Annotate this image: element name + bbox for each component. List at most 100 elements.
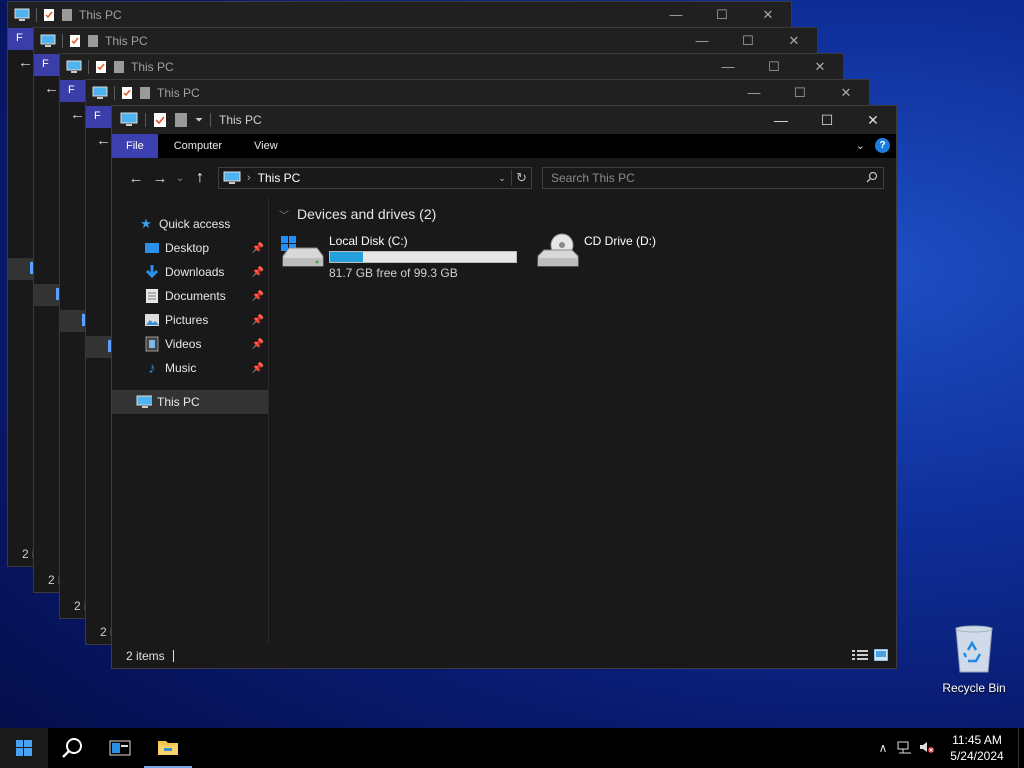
sidebar-item-videos[interactable]: Videos 📌 [112, 332, 268, 356]
window-controls[interactable]: — ☐ ✕ [653, 7, 791, 23]
sidebar-item-this-pc[interactable]: This PC [112, 390, 268, 414]
back-button[interactable]: ← [124, 170, 148, 187]
sidebar-item-pictures[interactable]: Pictures 📌 [112, 308, 268, 332]
explorer-window[interactable]: ⏷ This PC — ☐ ✕ File Computer View ⌄ ? ←… [111, 105, 897, 669]
close-button[interactable]: ✕ [850, 106, 896, 134]
search-box[interactable] [542, 167, 884, 189]
background-title-bar[interactable]: This PC — ☐ ✕ [60, 54, 843, 80]
customize-toolbar-icon[interactable]: ⏷ [195, 115, 203, 126]
file-explorer-icon [158, 741, 178, 755]
sidebar-item-downloads[interactable]: Downloads 📌 [112, 260, 268, 284]
search-input[interactable] [551, 171, 861, 185]
background-title-bar[interactable]: This PC — ☐ ✕ [86, 80, 869, 106]
window-controls[interactable]: — ☐ ✕ [731, 85, 869, 101]
recent-locations-button[interactable]: ⌄ [172, 173, 188, 184]
sidebar-item-label: Downloads [165, 265, 225, 279]
chevron-up-icon[interactable]: ∧ [872, 741, 894, 755]
network-icon[interactable] [894, 740, 916, 757]
nav-selected-item[interactable]: ▌ [86, 336, 115, 358]
drive-local-disk-c[interactable]: Local Disk (C:) 81.7 GB free of 99.3 GB [279, 232, 534, 280]
new-folder-icon[interactable] [174, 112, 188, 128]
background-title-bar[interactable]: This PC — ☐ ✕ [34, 28, 817, 54]
file-tab[interactable]: F [86, 106, 112, 128]
help-icon[interactable]: ? [875, 138, 890, 153]
nav-selected-item[interactable]: ▌ [8, 258, 37, 280]
status-bar: 2 items [112, 644, 896, 668]
pin-icon: 📌 [251, 290, 264, 302]
file-tab[interactable]: F [8, 28, 34, 50]
task-view-button[interactable] [96, 728, 144, 768]
toolbar-separator [210, 113, 211, 127]
back-arrow-icon[interactable]: ← [96, 132, 111, 149]
sidebar-item-music[interactable]: ♪ Music 📌 [112, 356, 268, 380]
nav-selected-item[interactable]: ▌ [34, 284, 63, 306]
properties-icon[interactable] [153, 112, 167, 128]
group-header-devices[interactable]: ﹀ Devices and drives (2) [279, 200, 896, 228]
desktop-icon-recycle-bin[interactable]: Recycle Bin [936, 624, 1012, 695]
properties-icon [122, 87, 132, 99]
maximize-button[interactable]: ☐ [804, 106, 850, 134]
large-icons-view-icon[interactable] [873, 648, 889, 664]
back-arrow-icon[interactable]: ← [70, 106, 85, 123]
pin-icon: 📌 [251, 242, 264, 254]
sidebar-item-label: This PC [157, 395, 200, 409]
clock[interactable]: 11:45 AM 5/24/2024 [938, 732, 1016, 764]
taskbar-file-explorer[interactable] [144, 728, 192, 768]
title-bar[interactable]: ⏷ This PC — ☐ ✕ [112, 106, 896, 134]
quick-access-toolbar [92, 86, 151, 100]
sidebar-item-desktop[interactable]: Desktop 📌 [112, 236, 268, 260]
recycle-bin-icon [955, 625, 993, 673]
computer-icon [14, 8, 30, 21]
window-title: This PC [131, 60, 174, 74]
toolbar-separator [145, 113, 146, 127]
file-tab[interactable]: F [60, 80, 86, 102]
refresh-icon[interactable]: ↻ [511, 170, 531, 186]
sidebar-item-quick-access[interactable]: ★ Quick access [112, 212, 268, 236]
task-view-icon [109, 740, 131, 756]
address-bar[interactable]: › This PC ⌄ ↻ [218, 167, 532, 189]
breadcrumb-this-pc[interactable]: This PC [258, 171, 493, 185]
expand-ribbon-icon[interactable]: ⌄ [856, 139, 865, 152]
tab-view[interactable]: View [238, 134, 294, 158]
collapse-chevron-icon[interactable]: ﹀ [279, 207, 289, 222]
file-tab[interactable]: F [34, 54, 60, 76]
new-folder-icon [88, 35, 98, 47]
computer-icon [66, 60, 82, 73]
nav-selected-item[interactable]: ▌ [60, 310, 89, 332]
back-arrow-icon[interactable]: ← [18, 54, 33, 71]
group-header-label: Devices and drives (2) [297, 206, 437, 222]
navigation-pane: ★ Quick access Desktop 📌 Downloads 📌 Doc… [112, 198, 269, 644]
drive-free-space: 81.7 GB free of 99.3 GB [329, 266, 458, 280]
sidebar-item-documents[interactable]: Documents 📌 [112, 284, 268, 308]
details-view-icon[interactable] [852, 649, 868, 664]
forward-button[interactable]: → [148, 170, 172, 187]
start-button[interactable] [0, 728, 48, 768]
up-button[interactable]: ↑ [188, 169, 212, 187]
window-title: This PC [105, 34, 148, 48]
drive-usage-fill [330, 252, 363, 262]
window-title: This PC [219, 113, 262, 127]
pin-icon: 📌 [251, 362, 264, 374]
tab-file[interactable]: File [112, 134, 158, 158]
tab-computer[interactable]: Computer [158, 134, 238, 158]
minimize-button[interactable]: — [758, 106, 804, 134]
star-icon: ★ [140, 216, 152, 231]
back-arrow-icon[interactable]: ← [44, 80, 59, 97]
desktop: This PC —☐✕ F ← ▌ 2 i This PC —☐✕ F ← ▌ … [0, 0, 1024, 728]
new-folder-icon [62, 9, 72, 21]
address-dropdown-icon[interactable]: ⌄ [493, 173, 511, 184]
volume-muted-icon[interactable] [916, 740, 938, 757]
drive-cd-d[interactable]: CD Drive (D:) [534, 232, 789, 278]
background-title-bar[interactable]: This PC — ☐ ✕ [8, 2, 791, 28]
computer-icon [223, 171, 241, 184]
breadcrumb-chevron-icon[interactable]: › [247, 172, 251, 184]
search-icon[interactable] [861, 171, 883, 186]
ribbon-tabs: File Computer View ⌄ ? [112, 134, 896, 158]
system-tray: ∧ 11:45 AM 5/24/2024 [872, 728, 1024, 768]
window-controls[interactable]: — ☐ ✕ [679, 33, 817, 49]
properties-icon [70, 35, 80, 47]
status-separator [172, 650, 174, 662]
window-controls[interactable]: — ☐ ✕ [705, 59, 843, 75]
show-desktop-button[interactable] [1018, 728, 1024, 768]
search-button[interactable] [48, 728, 96, 768]
